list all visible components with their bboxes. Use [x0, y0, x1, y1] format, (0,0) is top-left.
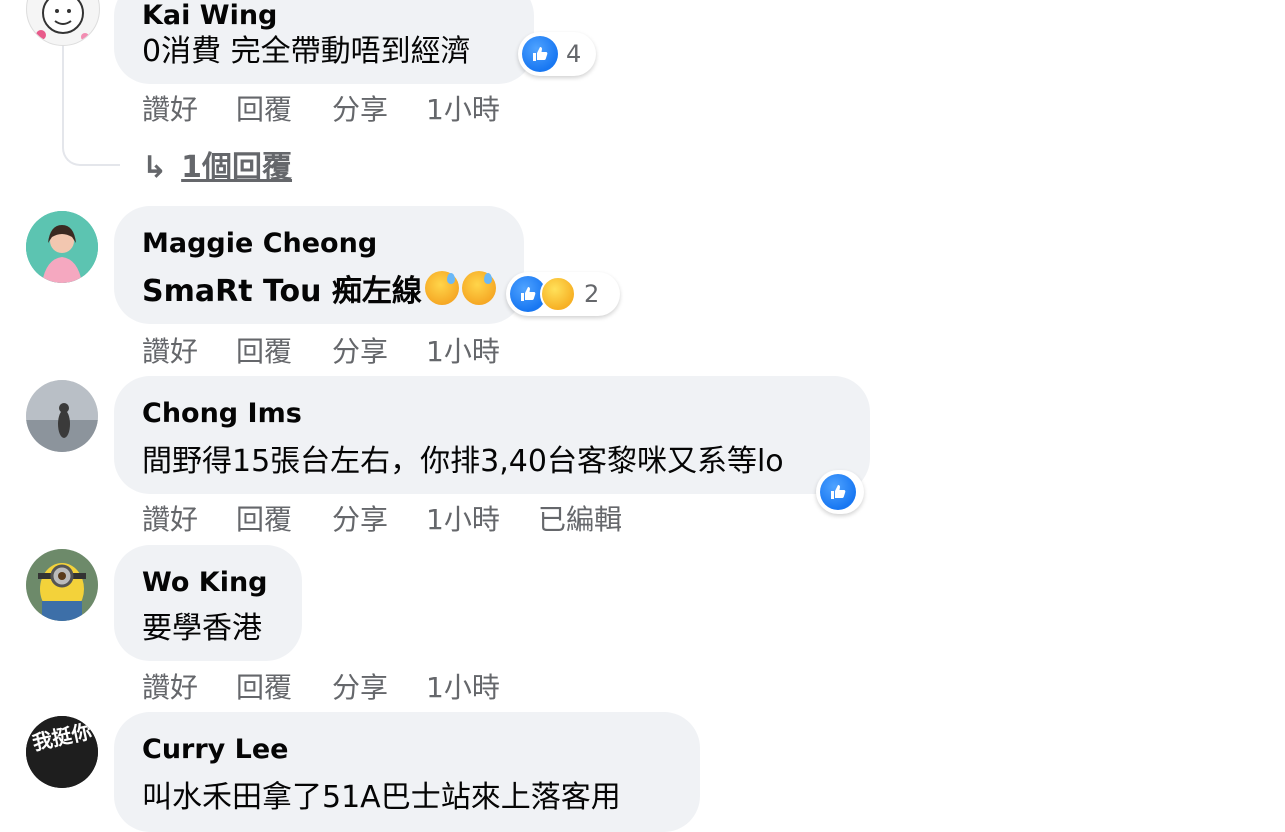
like-reaction-icon — [522, 36, 558, 72]
commenter-name[interactable]: Curry Lee — [142, 734, 289, 765]
commenter-name[interactable]: Maggie Cheong — [142, 228, 377, 259]
cartoon-face-icon — [36, 0, 89, 41]
downcast-sweat-emoji — [461, 271, 496, 305]
comment-bubble: Wo King 要學香港 — [114, 545, 302, 661]
timestamp[interactable]: 1小時 — [426, 666, 500, 706]
comment-text: 要學香港 — [142, 611, 262, 646]
view-replies-link[interactable]: ↳ 1個回覆 — [142, 142, 292, 186]
comment-text: 0消費 完全帶動唔到經濟 — [142, 34, 471, 69]
comment-text-body: SmaRt Tou 痴左線 — [142, 274, 422, 309]
comment-bubble: Kai Wing 0消費 完全帶動唔到經濟 — [114, 0, 534, 84]
reply-arrow-icon: ↳ — [142, 150, 168, 185]
reply-action[interactable]: 回覆 — [236, 666, 292, 706]
reaction-summary[interactable] — [816, 470, 864, 514]
reply-thread-line — [62, 40, 120, 166]
commenter-name[interactable]: Chong Ims — [142, 398, 302, 429]
avatar[interactable] — [26, 380, 98, 452]
comment-text: SmaRt Tou 痴左線 — [142, 266, 496, 310]
like-action[interactable]: 讚好 — [142, 666, 198, 706]
comment-text: 間野得15張台左右，你排3,40台客黎咪又系等lo — [142, 444, 784, 479]
haha-reaction-icon — [540, 276, 576, 312]
profile-photo-icon — [26, 380, 98, 452]
reaction-count: 4 — [566, 40, 582, 68]
like-action[interactable]: 讚好 — [142, 330, 198, 370]
minion-avatar-icon — [26, 549, 98, 621]
avatar[interactable]: 我挺你 — [26, 716, 98, 788]
comment-bubble: Curry Lee 叫水禾田拿了51A巴士站來上落客用 — [114, 712, 700, 832]
comment-bubble: Chong Ims 間野得15張台左右，你排3,40台客黎咪又系等lo — [114, 376, 870, 494]
share-action[interactable]: 分享 — [332, 498, 388, 538]
comment-bubble: Maggie Cheong SmaRt Tou 痴左線 — [114, 206, 524, 324]
reaction-summary[interactable]: 2 — [506, 272, 620, 316]
share-action[interactable]: 分享 — [332, 88, 388, 128]
avatar[interactable] — [26, 211, 98, 283]
timestamp[interactable]: 1小時 — [426, 88, 500, 128]
reply-action[interactable]: 回覆 — [236, 498, 292, 538]
comment-text: 叫水禾田拿了51A巴士站來上落客用 — [142, 780, 621, 815]
reply-action[interactable]: 回覆 — [236, 330, 292, 370]
view-replies-label: 1個回覆 — [181, 150, 293, 185]
reply-action[interactable]: 回覆 — [236, 88, 292, 128]
timestamp[interactable]: 1小時 — [426, 498, 500, 538]
reaction-summary[interactable]: 4 — [518, 32, 596, 76]
share-action[interactable]: 分享 — [332, 330, 388, 370]
like-reaction-icon — [820, 474, 856, 510]
reaction-count: 2 — [584, 280, 600, 308]
commenter-name[interactable]: Wo King — [142, 567, 268, 598]
share-action[interactable]: 分享 — [332, 666, 388, 706]
like-action[interactable]: 讚好 — [142, 88, 198, 128]
like-action[interactable]: 讚好 — [142, 498, 198, 538]
downcast-sweat-emoji — [424, 271, 459, 305]
profile-photo-icon — [26, 211, 98, 283]
timestamp[interactable]: 1小時 — [426, 330, 500, 370]
edited-label[interactable]: 已編輯 — [538, 498, 622, 538]
avatar[interactable] — [26, 549, 98, 621]
